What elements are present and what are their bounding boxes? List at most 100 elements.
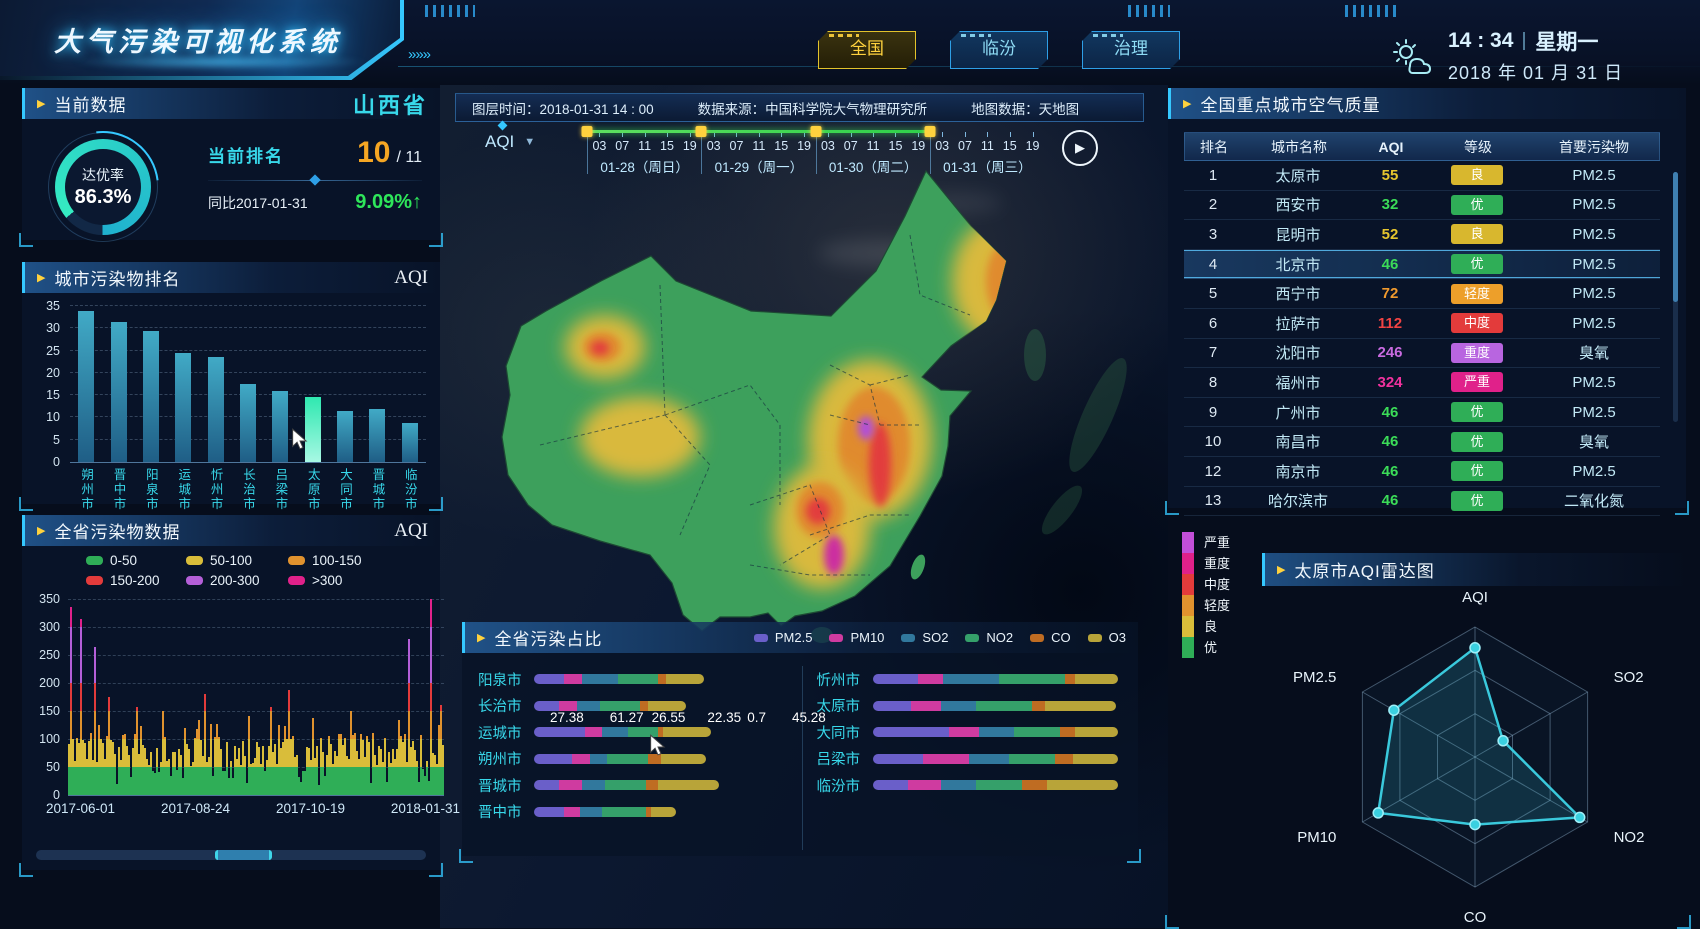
bar[interactable] <box>78 311 94 463</box>
table-scrollbar[interactable] <box>1673 172 1678 422</box>
timeline-hour[interactable]: 19 <box>1026 139 1040 153</box>
radar-axis-label: SO2 <box>1614 669 1644 686</box>
bar-segment <box>534 754 572 764</box>
stacked-bar[interactable] <box>873 780 1127 790</box>
table-row[interactable]: 9广州市46优PM2.5 <box>1184 398 1660 428</box>
cursor-pointer-icon <box>290 428 310 450</box>
data-source: 数据来源：中国科学院大气物理研究所 <box>698 98 928 118</box>
stacked-bar[interactable] <box>534 674 788 684</box>
timeline-hour[interactable]: 19 <box>683 139 697 153</box>
timeline-hour[interactable]: 03 <box>821 139 835 153</box>
bar-segment <box>943 674 999 684</box>
table-row[interactable]: 8福州市324严重PM2.5 <box>1184 368 1660 398</box>
scrollbar-handle[interactable] <box>215 850 272 860</box>
timeline-hour[interactable]: 07 <box>730 139 744 153</box>
radar-data-point[interactable] <box>1470 820 1480 830</box>
series-scrollbar[interactable] <box>36 850 426 860</box>
radar-data-point[interactable] <box>1470 643 1480 653</box>
timeline-marker-icon[interactable] <box>924 126 935 137</box>
timeline-hour[interactable]: 03 <box>935 139 949 153</box>
bar-segment <box>564 674 582 684</box>
province-series-chart <box>68 599 444 796</box>
play-button[interactable]: ▶ <box>1062 130 1098 166</box>
table-row[interactable]: 5西宁市72轻度PM2.5 <box>1184 279 1660 309</box>
timeline-hour[interactable]: 11 <box>867 139 880 153</box>
timeline-hour[interactable]: 07 <box>958 139 972 153</box>
timeline-hour[interactable]: 07 <box>844 139 858 153</box>
bar-category-label: 阳泉市 <box>142 468 160 512</box>
table-row[interactable]: 3昆明市52良PM2.5 <box>1184 220 1660 250</box>
timeline-hour[interactable]: 11 <box>981 139 994 153</box>
bar[interactable] <box>143 331 159 463</box>
radar-axis-label: CO <box>1464 909 1487 922</box>
bar-segment <box>666 674 704 684</box>
timeline-hour[interactable]: 07 <box>615 139 629 153</box>
radar-data-point[interactable] <box>1575 812 1585 822</box>
table-row[interactable]: 4北京市46优PM2.5 <box>1184 250 1660 280</box>
series-legend: 0-5050-100100-150150-200200-300>300 <box>86 553 398 588</box>
nav-button-governance[interactable]: 治理 <box>1082 31 1180 69</box>
legend-item: 0-50 <box>86 553 186 568</box>
map-info-bar: 图层时间：2018-01-31 14 : 00 数据来源：中国科学院大气物理研究… <box>455 93 1144 122</box>
timeline-hour[interactable]: 03 <box>592 139 606 153</box>
scrollbar-handle[interactable] <box>1673 172 1678 302</box>
bar-segment <box>1075 674 1118 684</box>
bar[interactable] <box>111 322 127 462</box>
bar-segment <box>582 780 605 790</box>
panel-pollution-share: ▶ 全省污染占比 PM2.5PM10SO2NO2COO3 阳泉市长治市运城市朔州… <box>462 622 1138 856</box>
timeline-hour[interactable]: 15 <box>1003 139 1017 153</box>
stacked-bar[interactable] <box>873 701 1127 711</box>
bar-segment <box>646 807 651 817</box>
bar-segment <box>976 701 1032 711</box>
table-row[interactable]: 10南昌市46优臭氧 <box>1184 427 1660 457</box>
rank-label: 当前排名 <box>208 142 284 167</box>
stacked-bar[interactable] <box>873 727 1127 737</box>
table-header: 排名城市名称AQI等级首要污染物 <box>1184 132 1660 161</box>
timeline-hour[interactable]: 19 <box>911 139 925 153</box>
radar-data-point[interactable] <box>1498 736 1508 746</box>
panel-arrow-icon: ▶ <box>37 271 45 284</box>
timeline-marker-icon[interactable] <box>696 126 707 137</box>
timeline-hour[interactable]: 19 <box>797 139 811 153</box>
share-legend: PM2.5PM10SO2NO2COO3 <box>754 630 1126 645</box>
stacked-bar[interactable] <box>873 754 1127 764</box>
bar[interactable] <box>272 391 288 462</box>
table-row[interactable]: 2西安市32优PM2.5 <box>1184 191 1660 221</box>
bar[interactable] <box>208 357 224 462</box>
nav-button-linfen[interactable]: 临汾 <box>950 31 1048 69</box>
legend-swatch-icon <box>965 634 979 642</box>
legend-swatch-icon <box>1088 634 1102 642</box>
stacked-bar[interactable] <box>534 780 788 790</box>
table-row[interactable]: 6拉萨市112中度PM2.5 <box>1184 309 1660 339</box>
legend-item: PM10 <box>829 630 884 645</box>
clock-separator <box>1523 32 1525 50</box>
stacked-bar[interactable] <box>873 674 1127 684</box>
timeline-hour[interactable]: 15 <box>660 139 674 153</box>
timeline-marker-icon[interactable] <box>810 126 821 137</box>
timeline-hour[interactable]: 15 <box>774 139 788 153</box>
stacked-bar[interactable] <box>534 807 788 817</box>
share-row: 晋城市 <box>478 772 788 799</box>
bar[interactable] <box>337 411 353 462</box>
bar[interactable] <box>402 423 418 462</box>
bar[interactable] <box>240 384 256 462</box>
timeline-hour[interactable]: 15 <box>889 139 903 153</box>
bar[interactable] <box>175 353 191 462</box>
radar-data-point[interactable] <box>1389 705 1399 715</box>
table-row[interactable]: 12南京市46优PM2.5 <box>1184 457 1660 487</box>
divider <box>208 180 422 181</box>
timeline-marker-icon[interactable] <box>582 126 593 137</box>
gauge-label: 达优率 <box>82 165 124 185</box>
timeline-hour[interactable]: 11 <box>638 139 651 153</box>
nav-button-national[interactable]: 全国 <box>818 31 916 69</box>
metric-dropdown[interactable]: AQI ▼ <box>485 132 535 152</box>
table-row[interactable]: 1太原市55良PM2.5 <box>1184 161 1660 191</box>
timeline-hour[interactable]: 03 <box>707 139 721 153</box>
timeline-hour[interactable]: 11 <box>752 139 765 153</box>
grade-badge: 优 <box>1451 195 1503 215</box>
bar-segment <box>607 754 648 764</box>
table-row[interactable]: 7沈阳市246重度臭氧 <box>1184 339 1660 369</box>
share-row: 晋中市 <box>478 799 788 826</box>
radar-data-point[interactable] <box>1373 808 1383 818</box>
bar[interactable] <box>369 409 385 463</box>
